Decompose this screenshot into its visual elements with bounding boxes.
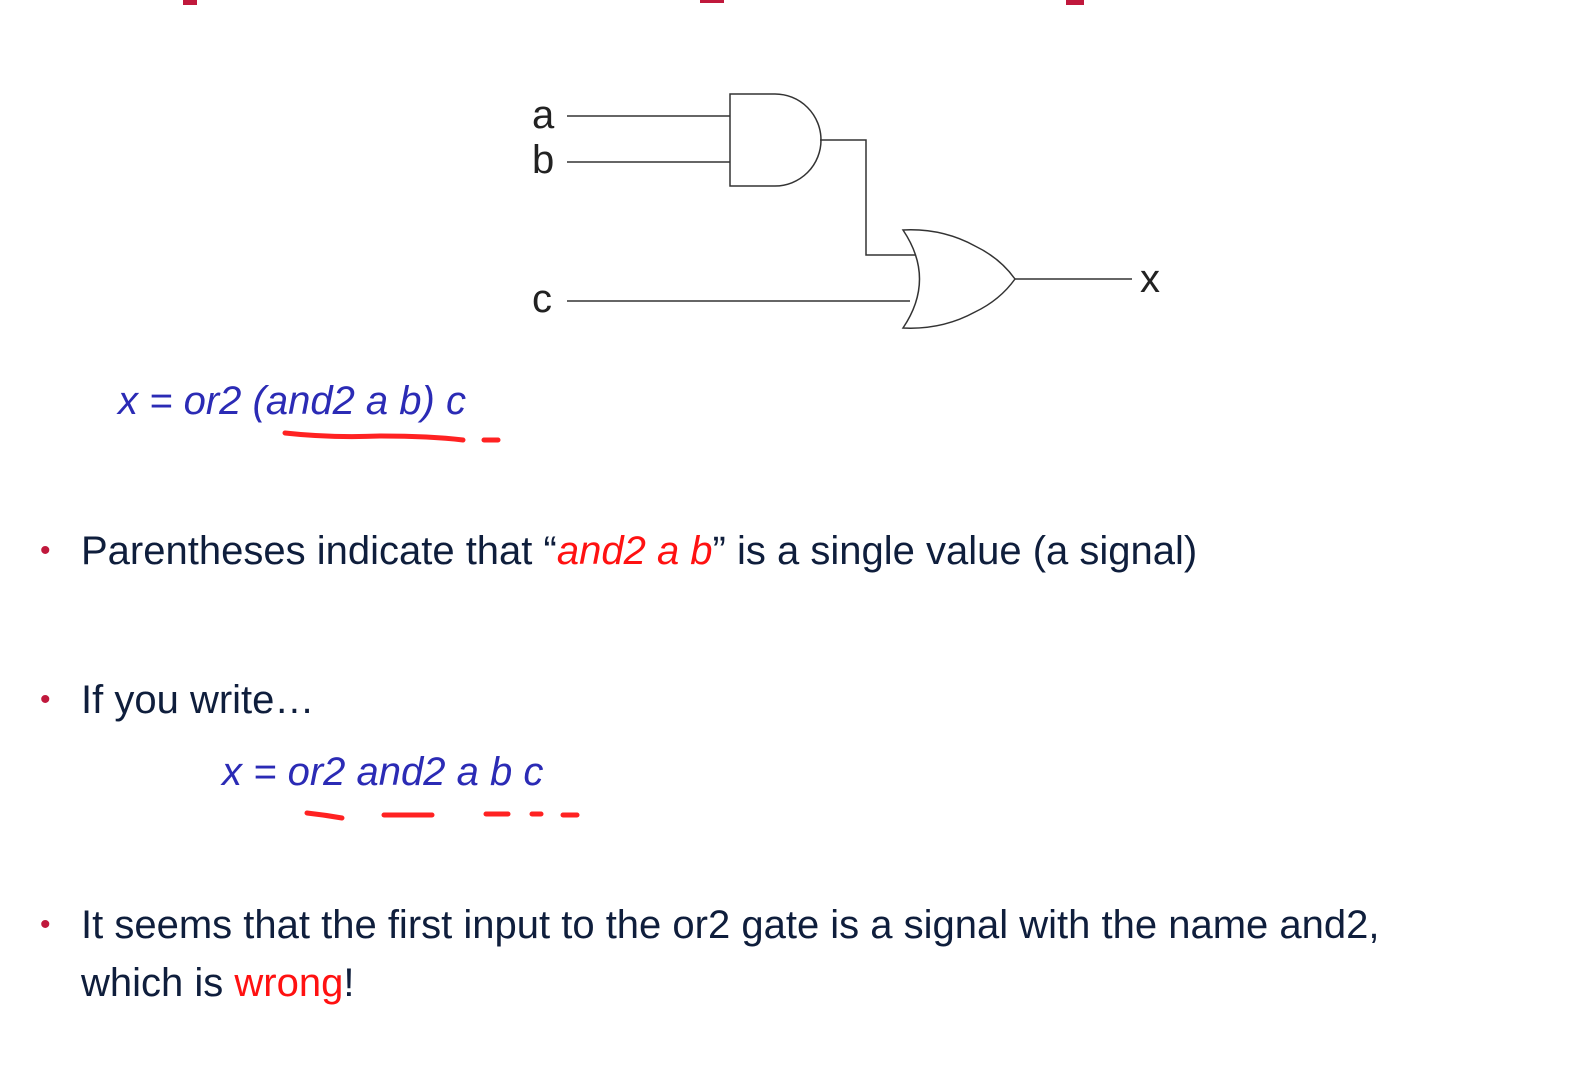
bullet-3: • It seems that the first input to the o… bbox=[40, 896, 1570, 1012]
and-gate bbox=[729, 93, 822, 187]
underline-and2-a-b bbox=[282, 430, 466, 443]
bullet-glyph: • bbox=[40, 908, 51, 941]
input-label-a: a bbox=[532, 93, 555, 137]
formula-wrong: x = or2 and2 a b c bbox=[222, 750, 544, 794]
input-label-c: c bbox=[532, 277, 552, 321]
bullet-2: • If you write… bbox=[40, 671, 1540, 729]
underline-or2 bbox=[304, 810, 345, 821]
bullet-glyph: • bbox=[40, 534, 51, 567]
bullet-2-text: If you write… bbox=[81, 678, 315, 722]
logic-circuit-diagram: a b c x bbox=[532, 93, 1160, 329]
bullet-glyph: • bbox=[40, 683, 51, 716]
bullet-1: • Parentheses indicate that “and2 a b” i… bbox=[40, 522, 1540, 580]
or-gate bbox=[901, 229, 1016, 329]
formula-correct: x = or2 (and2 a b) c bbox=[118, 379, 466, 423]
wire-and-to-or bbox=[820, 139, 918, 256]
bullet-3-line-1: It seems that the first input to the or2… bbox=[81, 903, 1380, 947]
input-label-b: b bbox=[532, 138, 554, 182]
bullet-3-line-2: which is wrong! bbox=[81, 961, 355, 1005]
bullet-1-text: Parentheses indicate that “and2 a b” is … bbox=[81, 529, 1198, 573]
output-label-x: x bbox=[1140, 257, 1160, 301]
bullet-3-highlight: wrong bbox=[234, 961, 344, 1005]
bullet-1-highlight: and2 a b bbox=[556, 529, 713, 573]
